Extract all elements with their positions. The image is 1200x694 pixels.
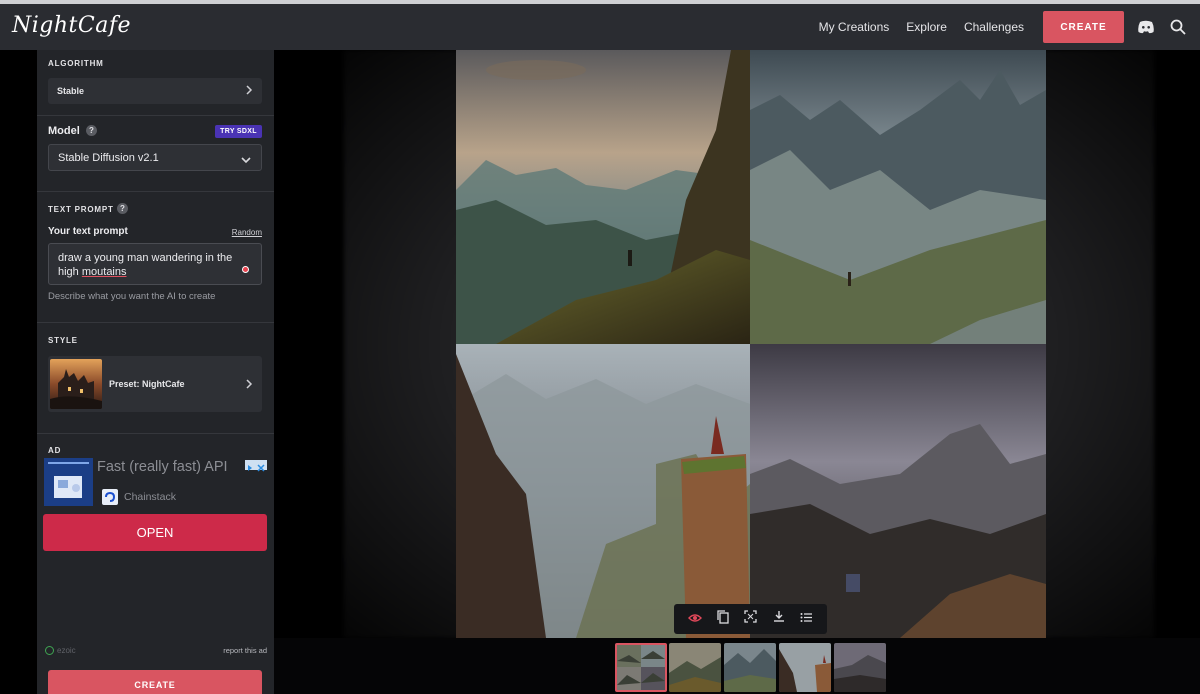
thumbnail-image-1[interactable]: [669, 643, 721, 692]
thumbnail-image-2[interactable]: [724, 643, 776, 692]
ad-label: AD: [48, 446, 62, 455]
chevron-down-icon: [240, 152, 252, 170]
nav-challenges[interactable]: Challenges: [964, 20, 1024, 34]
result-image-2[interactable]: [750, 50, 1046, 344]
nightcafe-logo[interactable]: NightCafe: [12, 13, 131, 38]
your-text-prompt-label: Your text prompt: [48, 226, 128, 237]
style-preset-thumbnail: [50, 359, 102, 409]
ad-open-button[interactable]: OPEN: [43, 514, 267, 551]
prompt-textarea[interactable]: draw a young man wandering in the high m…: [48, 243, 262, 285]
search-icon[interactable]: [1168, 17, 1188, 37]
discord-icon[interactable]: [1136, 17, 1156, 37]
nav-links: My Creations Explore Challenges CREATE: [819, 4, 1200, 50]
try-sdxl-badge[interactable]: TRY SDXL: [215, 125, 262, 138]
model-select[interactable]: Stable Diffusion v2.1: [48, 144, 262, 171]
text-prompt-label: TEXT PROMPT: [48, 205, 114, 214]
result-image-3[interactable]: [456, 344, 750, 638]
ad-image[interactable]: [44, 458, 93, 506]
style-preset-value: Preset: NightCafe: [109, 379, 185, 389]
creation-viewer: [274, 50, 1200, 638]
chainstack-logo-icon: [102, 489, 118, 505]
divider: [37, 322, 274, 323]
nav-explore[interactable]: Explore: [906, 20, 947, 34]
chevron-right-icon: [245, 83, 253, 102]
eye-icon[interactable]: [687, 610, 702, 628]
prompt-helper-text: Describe what you want the AI to create: [48, 291, 216, 302]
ad-title[interactable]: Fast (really fast) API: [97, 459, 228, 475]
help-icon[interactable]: ?: [117, 203, 128, 214]
image-toolbar: [674, 604, 827, 634]
copy-icon[interactable]: [717, 609, 729, 629]
ezoic-label[interactable]: ezoic: [57, 646, 76, 655]
thumbnail-strip: [274, 638, 1200, 694]
expand-icon[interactable]: [744, 610, 758, 628]
divider: [37, 433, 274, 434]
ad-brand[interactable]: Chainstack: [124, 491, 176, 503]
thumbnail-grid[interactable]: [615, 643, 667, 692]
prompt-misspelled-word: moutains: [81, 266, 127, 278]
report-ad-link[interactable]: report this ad: [223, 646, 267, 655]
thumbnail-image-4[interactable]: [834, 643, 886, 692]
nav-my-creations[interactable]: My Creations: [819, 20, 890, 34]
result-image-4[interactable]: [750, 344, 1046, 638]
ezoic-icon: [45, 646, 54, 655]
top-navbar: NightCafe My Creations Explore Challenge…: [0, 4, 1200, 50]
random-prompt-link[interactable]: Random: [232, 228, 262, 237]
divider: [37, 115, 274, 116]
style-label: STYLE: [48, 336, 78, 345]
result-image-1[interactable]: [456, 50, 750, 344]
ad-choices-icon[interactable]: [245, 460, 267, 472]
list-icon[interactable]: [800, 610, 813, 628]
algorithm-select[interactable]: Stable: [48, 78, 262, 104]
chevron-right-icon: [245, 377, 253, 396]
creation-sidebar: ALGORITHM Stable Model ? TRY SDXL Stable…: [37, 50, 274, 694]
grammar-indicator-icon[interactable]: [242, 266, 249, 273]
algorithm-label: ALGORITHM: [48, 59, 104, 68]
thumbnail-image-3[interactable]: [779, 643, 831, 692]
style-preset-select[interactable]: Preset: NightCafe: [48, 356, 262, 412]
download-icon[interactable]: [773, 610, 785, 628]
help-icon[interactable]: ?: [86, 125, 97, 136]
sidebar-create-button[interactable]: CREATE: [48, 670, 262, 694]
algorithm-value: Stable: [57, 86, 85, 96]
divider: [37, 191, 274, 192]
model-label: Model: [48, 125, 80, 137]
nav-create-button[interactable]: CREATE: [1043, 11, 1124, 43]
model-value: Stable Diffusion v2.1: [58, 152, 159, 164]
